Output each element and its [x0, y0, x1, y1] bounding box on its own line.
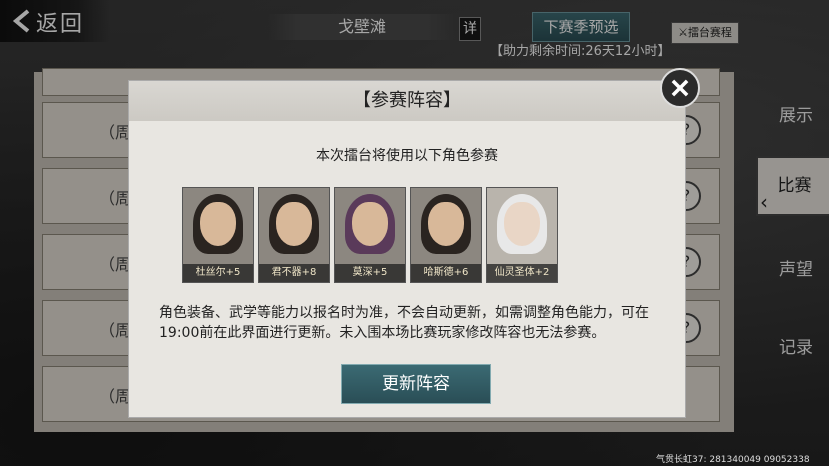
character-portrait[interactable]: 莫深+5: [334, 187, 406, 283]
dialog-title: 【参赛阵容】: [129, 81, 685, 121]
portrait-face: [200, 202, 236, 246]
character-name: 莫深+5: [335, 264, 405, 282]
dialog-subtitle: 本次擂台将使用以下角色参赛: [316, 148, 498, 164]
lineup-dialog: 【参赛阵容】 本次擂台将使用以下角色参赛 杜丝尔+5 君不器+8 莫深+5 哈斯…: [128, 80, 686, 418]
dialog-description: 角色装备、武学等能力以报名时为准，不会自动更新，如需调整角色能力，可在19:00…: [159, 305, 649, 341]
character-portrait[interactable]: 君不器+8: [258, 187, 330, 283]
portrait-face: [428, 202, 464, 246]
character-name: 君不器+8: [259, 264, 329, 282]
portrait-face: [504, 202, 540, 246]
portrait-face: [352, 202, 388, 246]
close-button[interactable]: [660, 68, 700, 108]
character-portrait[interactable]: 仙灵圣体+2: [486, 187, 558, 283]
close-icon: [671, 79, 689, 97]
footer-info: 气贯长虹37: 281340049 09052338: [656, 455, 810, 465]
character-portrait[interactable]: 杜丝尔+5: [182, 187, 254, 283]
character-name: 哈斯德+6: [411, 264, 481, 282]
character-portrait[interactable]: 哈斯德+6: [410, 187, 482, 283]
character-name: 杜丝尔+5: [183, 264, 253, 282]
portrait-face: [276, 202, 312, 246]
character-name: 仙灵圣体+2: [487, 264, 557, 282]
update-lineup-button[interactable]: 更新阵容: [341, 364, 491, 404]
